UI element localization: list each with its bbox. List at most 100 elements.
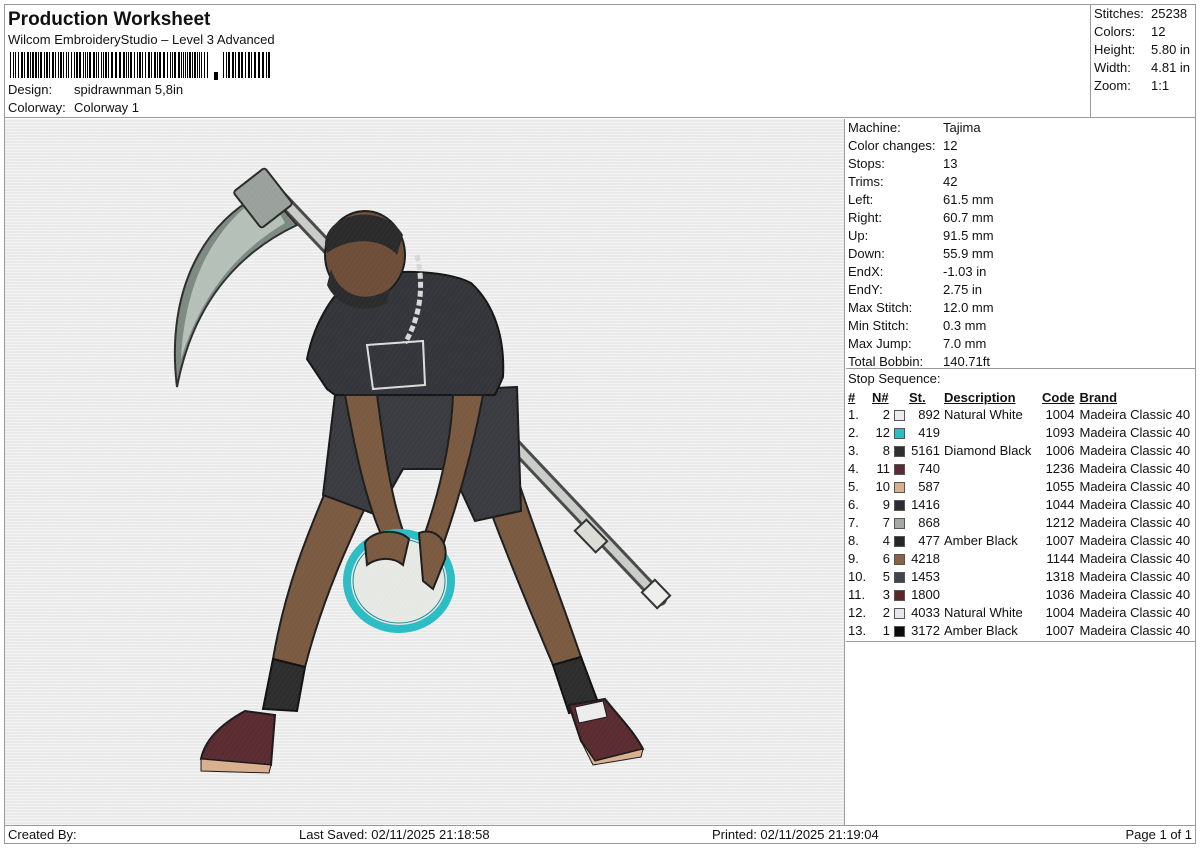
stitch-count: 3172	[911, 623, 940, 638]
machine-info-row: Left: 61.5 mm	[848, 191, 1196, 209]
color-swatch	[894, 446, 905, 458]
thread-brand: Madeira Classic 40	[1079, 533, 1191, 548]
thread-description: Natural White	[944, 605, 1023, 620]
machine-info-value: 140.71ft	[943, 354, 990, 369]
colorway-row: Colorway: Colorway 1	[8, 100, 139, 116]
stop-sequence-heading: Stop Sequence:	[848, 371, 941, 386]
color-swatch-cell	[894, 622, 909, 640]
thread-description: Amber Black	[944, 533, 1018, 548]
thread-code: 1093	[1045, 425, 1075, 440]
machine-info-row: Right: 60.7 mm	[848, 209, 1196, 227]
stitch-count: 740	[918, 461, 940, 476]
design-value: spidrawnman 5,8in	[74, 82, 184, 97]
needle-number: 6	[882, 551, 890, 566]
created-by: Created By:	[8, 827, 77, 842]
machine-info-label: Total Bobbin:	[848, 354, 924, 369]
thread-brand: Madeira Classic 40	[1079, 407, 1191, 422]
machine-info-label: Machine:	[848, 120, 901, 135]
color-swatch	[894, 464, 905, 476]
thread-description	[944, 586, 1042, 604]
stitch-count: 5161	[911, 443, 940, 458]
stitch-count: 1416	[911, 497, 940, 512]
needle-number: 2	[882, 407, 890, 422]
stitch-count: 4033	[911, 605, 940, 620]
color-swatch	[894, 590, 905, 602]
worksheet-footer: Created By: Last Saved: 02/11/2025 21:18…	[4, 825, 1196, 844]
stop-sequence-table: # N# St. Description Code Brand 1. 2 892 Na…	[847, 388, 1194, 640]
thread-code: 1004	[1045, 605, 1075, 620]
stitch-count: 1453	[911, 569, 940, 584]
design-row: Design: spidrawnman 5,8in	[8, 82, 183, 98]
color-swatch-cell	[894, 424, 909, 442]
stat-height: Height: 5.80 in	[1094, 42, 1191, 57]
machine-info-value: 2.75 in	[943, 282, 983, 297]
thread-code: 1007	[1045, 623, 1075, 638]
color-swatch-cell	[894, 568, 909, 586]
machine-info-label: EndX:	[848, 264, 884, 279]
stat-stitches: Stitches: 25238	[1094, 6, 1188, 21]
machine-info-label: Right:	[848, 210, 882, 225]
col-swatch	[894, 388, 909, 406]
barcode	[10, 52, 270, 80]
color-swatch-cell	[894, 514, 909, 532]
color-swatch	[894, 626, 905, 638]
stop-sequence-row: 1. 2 892 Natural White 1004 Madeira Classic 4…	[847, 406, 1194, 424]
design-preview[interactable]	[5, 119, 845, 825]
thread-code: 1036	[1045, 587, 1075, 602]
machine-info-value: 12.0 mm	[943, 300, 994, 315]
row-index: 2.	[848, 425, 859, 440]
row-index: 7.	[848, 515, 859, 530]
color-swatch-cell	[894, 532, 909, 550]
row-index: 1.	[848, 407, 859, 422]
thread-code: 1212	[1045, 515, 1075, 530]
stop-sequence-row: 7. 7 868 1212 Madeira Classic 40	[847, 514, 1194, 532]
col-code: Code	[1042, 389, 1075, 405]
colorway-value: Colorway 1	[74, 100, 140, 115]
color-swatch-cell	[894, 586, 909, 604]
thread-brand: Madeira Classic 40	[1079, 587, 1191, 602]
thread-description	[944, 568, 1042, 586]
stop-sequence-row: 11. 3 1800 1036 Madeira Classic 40	[847, 586, 1194, 604]
col-index: #	[848, 389, 856, 405]
row-index: 6.	[848, 497, 859, 512]
color-swatch	[894, 500, 905, 512]
machine-info-row: Trims: 42	[848, 173, 1196, 191]
row-index: 13.	[848, 623, 867, 638]
col-description: Description	[944, 389, 1016, 405]
stitch-count: 477	[918, 533, 940, 548]
machine-info-row: Stops: 13	[848, 155, 1196, 173]
embroidery-artwork	[5, 119, 845, 825]
machine-info-row: EndX: -1.03 in	[848, 263, 1196, 281]
machine-info-value: 61.5 mm	[943, 192, 994, 207]
thread-description	[944, 550, 1042, 568]
stitch-count: 419	[918, 425, 940, 440]
machine-info-row: EndY: 2.75 in	[848, 281, 1196, 299]
stop-sequence-row: 3. 8 5161 Diamond Black 1006 Madeira Classic …	[847, 442, 1194, 460]
row-index: 8.	[848, 533, 859, 548]
machine-info-row: Down: 55.9 mm	[848, 245, 1196, 263]
color-swatch-cell	[894, 442, 909, 460]
machine-info-label: EndY:	[848, 282, 883, 297]
thread-description	[944, 514, 1042, 532]
stop-sequence-row: 13. 1 3172 Amber Black 1007 Madeira Classic 4…	[847, 622, 1194, 640]
machine-info-row: Up: 91.5 mm	[848, 227, 1196, 245]
thread-code: 1044	[1045, 497, 1075, 512]
needle-number: 8	[882, 443, 890, 458]
col-stitches: St.	[909, 389, 926, 405]
needle-number: 5	[882, 569, 890, 584]
machine-info-row: Min Stitch: 0.3 mm	[848, 317, 1196, 335]
thread-description: Diamond Black	[944, 443, 1032, 458]
stop-sequence-row: 10. 5 1453 1318 Madeira Classic 40	[847, 568, 1194, 586]
colorway-label: Colorway:	[8, 100, 66, 115]
machine-info-label: Up:	[848, 228, 869, 243]
machine-info-label: Trims:	[848, 174, 884, 189]
machine-info-value: 13	[943, 156, 958, 171]
thread-description	[944, 496, 1042, 514]
stitch-count: 4218	[911, 551, 940, 566]
machine-info-value: 12	[943, 138, 958, 153]
col-needle: N#	[872, 389, 889, 405]
needle-number: 12	[875, 425, 890, 440]
thread-description	[944, 478, 1042, 496]
needle-number: 11	[876, 461, 891, 476]
software-name: Wilcom EmbroideryStudio – Level 3 Advanc…	[8, 32, 275, 47]
